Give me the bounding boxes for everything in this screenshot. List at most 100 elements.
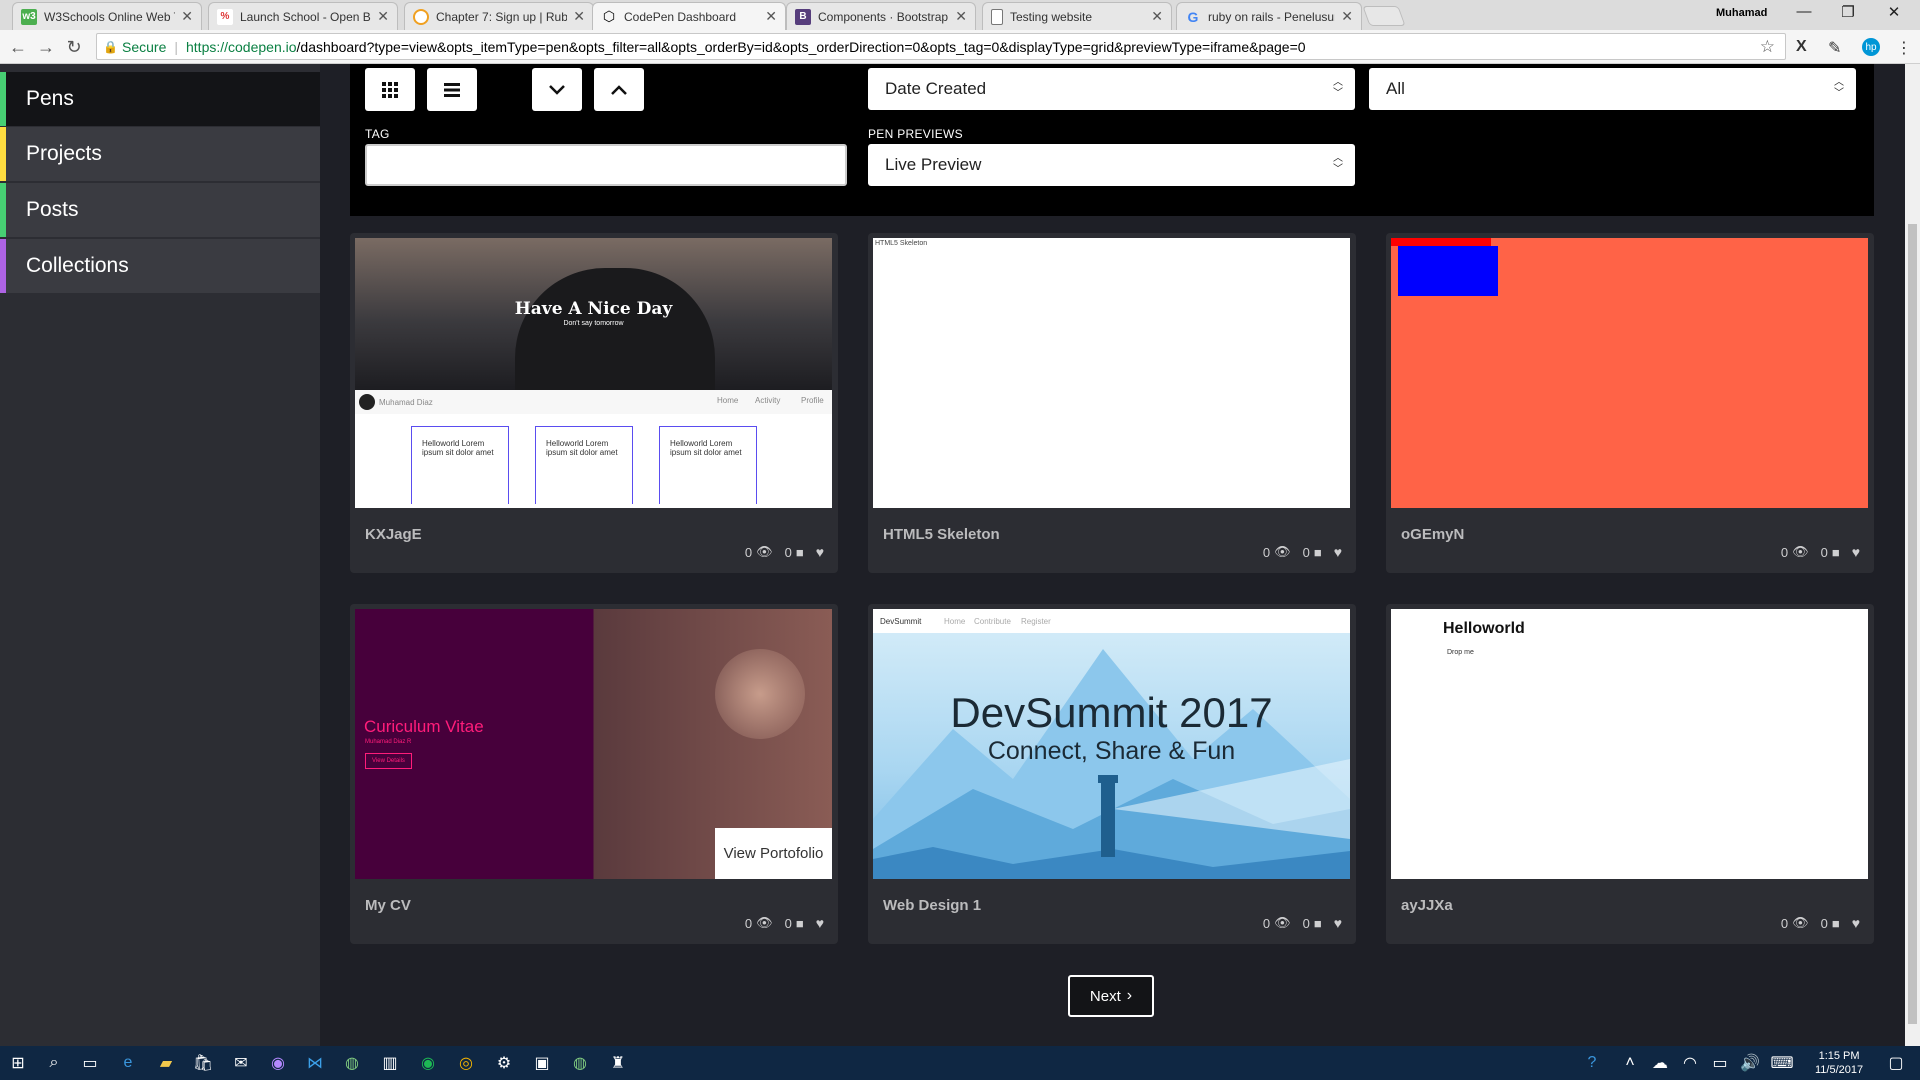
pen-card[interactable]: Helloworld Drop me ayJJXa 0 👁 0 ■ ♥ [1386, 604, 1874, 944]
sort-ascending-button[interactable] [594, 68, 644, 111]
tag-input[interactable] [365, 144, 847, 186]
browser-user[interactable]: Muhamad [1716, 7, 1767, 19]
preview-text: HTML5 Skeleton [875, 240, 928, 247]
cloud-icon[interactable]: ☁ [1650, 1053, 1670, 1073]
heart-icon[interactable]: ♥ [816, 915, 824, 931]
keyboard-icon[interactable]: ⌨ [1770, 1053, 1793, 1073]
minimize-button[interactable]: — [1784, 3, 1824, 20]
sidebar-item-collections[interactable]: Collections [0, 239, 320, 293]
app-icon[interactable]: ◍ [570, 1053, 590, 1073]
sort-descending-button[interactable] [532, 68, 582, 111]
filter-select[interactable]: All ︿ ﹀ [1369, 68, 1856, 110]
sidebar-item-pens[interactable]: Pens [0, 72, 320, 126]
heart-icon[interactable]: ♥ [1334, 915, 1342, 931]
order-by-select[interactable]: Date Created ︿ ﹀ [868, 68, 1355, 110]
windows-start-icon[interactable]: ⊞ [8, 1053, 28, 1073]
terminal-icon[interactable]: ▣ [532, 1053, 552, 1073]
pen-preview[interactable]: DevSummit Home Contribute Register DevSu… [873, 609, 1350, 879]
vscode-icon[interactable]: ⋈ [305, 1053, 325, 1073]
pen-card[interactable]: Curiculum Vitae Muhamad Diaz R View Deta… [350, 604, 838, 944]
notifications-icon[interactable]: ▢ [1886, 1053, 1906, 1073]
pen-preview[interactable]: Have A Nice Day Don't say tomorrow Muham… [355, 238, 832, 508]
sidebar-item-posts[interactable]: Posts [0, 183, 320, 237]
browser-tab[interactable]: G ruby on rails - Penelusura ✕ [1176, 2, 1362, 30]
address-bar[interactable]: 🔒 Secure | https://codepen.io/dashboard?… [96, 33, 1786, 60]
scrollbar-thumb[interactable] [1908, 224, 1917, 1024]
close-icon[interactable]: ✕ [181, 8, 193, 25]
browser-tab[interactable]: B Components · Bootstrap ✕ [786, 2, 976, 30]
heart-icon[interactable]: ♥ [1852, 544, 1860, 560]
views-count: 0 [744, 915, 753, 931]
window-close-button[interactable]: ✕ [1874, 3, 1914, 21]
pen-title[interactable]: Web Design 1 [883, 897, 981, 914]
pen-title[interactable]: ayJJXa [1401, 897, 1453, 914]
pen-card[interactable]: Have A Nice Day Don't say tomorrow Muham… [350, 233, 838, 573]
pen-previews-select[interactable]: Live Preview ︿ ﹀ [868, 144, 1355, 186]
select-arrows-icon: ︿ ﹀ [1333, 77, 1343, 99]
pen-preview[interactable]: Helloworld Drop me [1391, 609, 1868, 879]
reload-icon[interactable]: ↻ [62, 35, 86, 59]
browser-tab[interactable]: % Launch School - Open Bo ✕ [208, 2, 398, 30]
app-icon[interactable]: ♜ [608, 1053, 628, 1073]
extension-pen-icon[interactable]: ✎ [1828, 38, 1841, 58]
menu-kebab-icon[interactable]: ⋮ [1896, 38, 1912, 58]
search-icon[interactable]: ⌕ [44, 1053, 64, 1073]
pen-title[interactable]: KXJagE [365, 526, 422, 543]
close-icon[interactable]: ✕ [955, 8, 967, 25]
pen-stats: 0 👁 0 ■ ♥ [1781, 915, 1860, 931]
close-icon[interactable]: ✕ [1151, 8, 1163, 25]
maximize-button[interactable]: ❐ [1828, 3, 1868, 21]
bookmark-star-icon[interactable]: ☆ [1760, 37, 1775, 57]
battery-icon[interactable]: ▭ [1710, 1053, 1730, 1073]
view-details-button: View Details [365, 753, 412, 769]
hp-icon[interactable]: hp [1862, 38, 1880, 56]
pen-preview[interactable]: HTML5 Skeleton [873, 238, 1350, 508]
pen-title[interactable]: My CV [365, 897, 411, 914]
url-text[interactable]: https://codepen.io/dashboard?type=view&o… [186, 39, 1306, 55]
pen-title[interactable]: oGEmyN [1401, 526, 1464, 543]
close-icon[interactable]: ✕ [573, 8, 585, 25]
app-icon[interactable]: ◍ [342, 1053, 362, 1073]
pen-preview[interactable]: Curiculum Vitae Muhamad Diaz R View Deta… [355, 609, 832, 879]
forward-arrow-icon[interactable]: → [34, 35, 58, 59]
pen-card[interactable]: HTML5 Skeleton HTML5 Skeleton 0 👁 0 ■ ♥ [868, 233, 1356, 573]
close-icon[interactable]: ✕ [1341, 8, 1353, 25]
browser-tab[interactable]: Testing website ✕ [982, 2, 1172, 30]
grid-view-button[interactable] [365, 68, 415, 111]
file-explorer-icon[interactable]: ▰ [156, 1053, 176, 1073]
edge-icon[interactable]: e [118, 1053, 138, 1073]
spotify-icon[interactable]: ◉ [418, 1053, 438, 1073]
app-icon[interactable]: ▥ [380, 1053, 400, 1073]
browser-tab[interactable]: Chapter 7: Sign up | Ruby ✕ [404, 2, 594, 30]
browser-tab-active[interactable]: ⬡ CodePen Dashboard ✕ [592, 2, 786, 30]
new-tab-button[interactable] [1362, 6, 1406, 26]
heart-icon[interactable]: ♥ [1334, 544, 1342, 560]
close-icon[interactable]: ✕ [765, 8, 777, 25]
pen-card[interactable]: DevSummit Home Contribute Register DevSu… [868, 604, 1356, 944]
back-arrow-icon[interactable]: ← [6, 35, 30, 59]
store-icon[interactable]: 🛍 [193, 1053, 213, 1073]
list-view-button[interactable] [427, 68, 477, 111]
pen-card[interactable]: oGEmyN 0 👁 0 ■ ♥ [1386, 233, 1874, 573]
next-page-button[interactable]: Next › [1068, 975, 1154, 1017]
pen-title[interactable]: HTML5 Skeleton [883, 526, 1000, 543]
scrollbar[interactable] [1905, 64, 1920, 1046]
chevron-up-icon[interactable]: ˄ [1620, 1053, 1640, 1073]
pen-preview[interactable] [1391, 238, 1868, 508]
extension-x-icon[interactable]: X [1796, 38, 1807, 56]
app-icon[interactable]: ⚙ [494, 1053, 514, 1073]
heart-icon[interactable]: ♥ [1852, 915, 1860, 931]
chrome-icon[interactable]: ◎ [456, 1053, 476, 1073]
heart-icon[interactable]: ♥ [816, 544, 824, 560]
app-icon[interactable]: ◉ [268, 1053, 288, 1073]
taskbar-clock[interactable]: 1:15 PM 11/5/2017 [1815, 1049, 1863, 1077]
wifi-icon[interactable]: ◠ [1680, 1053, 1700, 1073]
tab-label: ruby on rails - Penelusura [1208, 9, 1336, 24]
task-view-icon[interactable]: ▭ [80, 1053, 100, 1073]
mail-icon[interactable]: ✉ [231, 1053, 251, 1073]
sidebar-item-projects[interactable]: Projects [0, 127, 320, 181]
close-icon[interactable]: ✕ [377, 8, 389, 25]
help-icon[interactable]: ? [1582, 1053, 1602, 1073]
browser-tab[interactable]: w3 W3Schools Online Web T ✕ [12, 2, 202, 30]
volume-icon[interactable]: 🔊 [1740, 1053, 1760, 1073]
